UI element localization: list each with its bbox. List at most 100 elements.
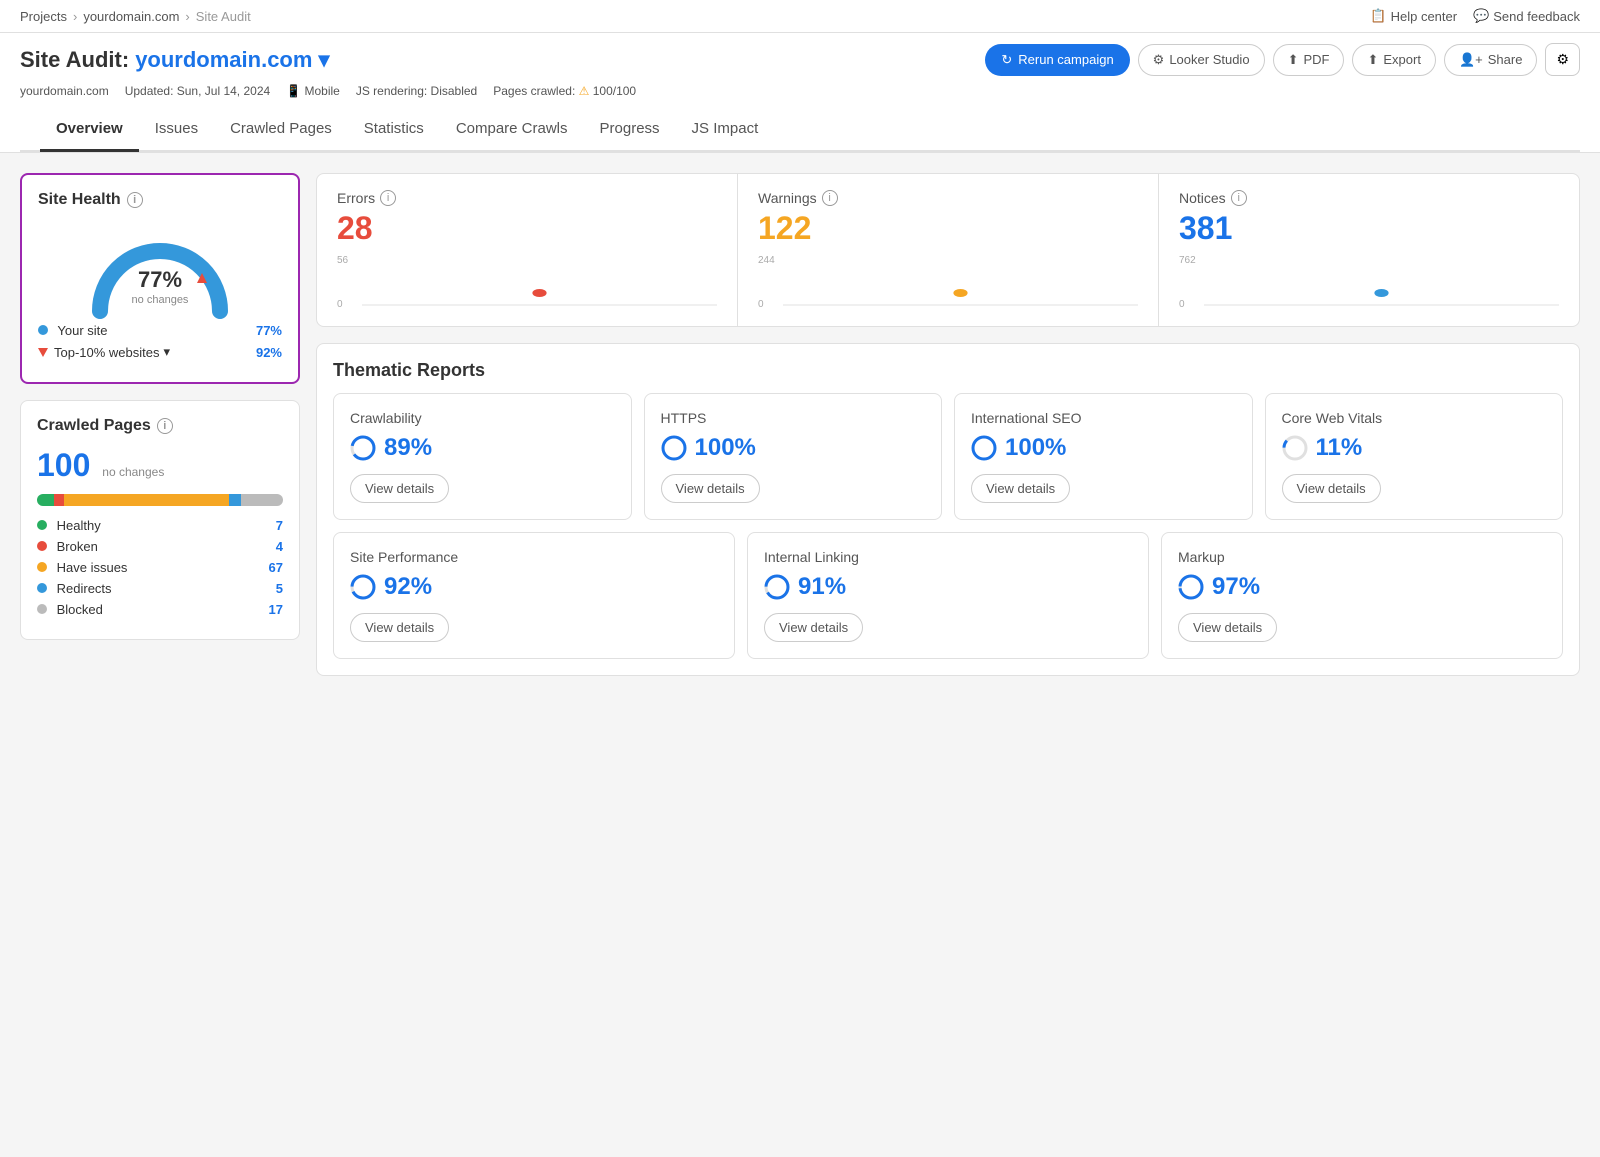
top10-dropdown-icon[interactable]: ▾ xyxy=(164,344,171,360)
crawl-row-blocked: Blocked 17 xyxy=(37,602,283,617)
site-health-info-icon[interactable]: i xyxy=(127,192,143,208)
site-legend-your-site: Your site 77% xyxy=(38,323,282,338)
help-center-link[interactable]: 📋 Help center xyxy=(1370,8,1457,24)
view-details-intl-seo[interactable]: View details xyxy=(971,474,1070,503)
crawled-total: 100 xyxy=(37,447,90,483)
tab-overview[interactable]: Overview xyxy=(40,108,139,152)
rerun-icon: ↻ xyxy=(1001,52,1012,68)
left-column: Site Health i 77% no changes xyxy=(20,173,300,676)
site-perf-circle-icon xyxy=(350,574,376,600)
view-details-cwv[interactable]: View details xyxy=(1282,474,1381,503)
redirects-label: Redirects xyxy=(57,581,112,596)
tab-crawled-pages[interactable]: Crawled Pages xyxy=(214,108,348,152)
reports-bottom-grid: Site Performance 92% View details Intern… xyxy=(333,532,1563,659)
reports-top-grid: Crawlability 89% View details HTTPS xyxy=(333,393,1563,520)
report-cwv-pct: 11% xyxy=(1282,434,1547,462)
top-bar: Projects › yourdomain.com › Site Audit 📋… xyxy=(0,0,1600,33)
dropdown-icon[interactable]: ▾ xyxy=(318,47,329,73)
view-details-site-perf[interactable]: View details xyxy=(350,613,449,642)
broken-count: 4 xyxy=(276,539,283,554)
share-button[interactable]: 👤+ Share xyxy=(1444,44,1537,76)
gauge-center-text: 77% no changes xyxy=(132,267,189,307)
pb-issues xyxy=(64,494,229,506)
pb-broken xyxy=(54,494,64,506)
notices-info-icon[interactable]: i xyxy=(1231,190,1247,206)
errors-info-icon[interactable]: i xyxy=(380,190,396,206)
redirects-dot xyxy=(37,583,47,593)
site-legend-top10: Top-10% websites ▾ 92% xyxy=(38,344,282,360)
view-details-https[interactable]: View details xyxy=(661,474,760,503)
crawled-pages-info-icon[interactable]: i xyxy=(157,418,173,434)
report-https: HTTPS 100% View details xyxy=(644,393,943,520)
crawl-row-broken: Broken 4 xyxy=(37,539,283,554)
view-details-markup[interactable]: View details xyxy=(1178,613,1277,642)
blocked-count: 17 xyxy=(269,602,283,617)
warnings-scale-top: 244 xyxy=(758,255,775,266)
meta-row: yourdomain.com Updated: Sun, Jul 14, 202… xyxy=(20,84,1580,108)
breadcrumb-domain[interactable]: yourdomain.com xyxy=(83,9,179,24)
warnings-block: Warnings i 122 244 0 xyxy=(738,174,1159,326)
tab-progress[interactable]: Progress xyxy=(584,108,676,152)
export-button[interactable]: ⬆ Export xyxy=(1352,44,1435,76)
tab-compare-crawls[interactable]: Compare Crawls xyxy=(440,108,584,152)
warnings-info-icon[interactable]: i xyxy=(822,190,838,206)
top10-val: 92% xyxy=(256,345,282,360)
report-internal-linking-name: Internal Linking xyxy=(764,549,1132,565)
rerun-campaign-button[interactable]: ↻ Rerun campaign xyxy=(985,44,1129,76)
https-circle-icon xyxy=(661,435,687,461)
warnings-value: 122 xyxy=(758,210,1138,247)
report-cwv-name: Core Web Vitals xyxy=(1282,410,1547,426)
gauge-wrap: 77% no changes xyxy=(80,221,240,311)
feedback-icon: 💬 xyxy=(1473,8,1489,24)
help-icon: 📋 xyxy=(1370,8,1386,24)
title-label: Site Audit: xyxy=(20,47,129,73)
right-column: Errors i 28 56 0 Warning xyxy=(316,173,1580,676)
main-content: Site Health i 77% no changes xyxy=(0,153,1600,696)
report-markup-pct: 97% xyxy=(1178,573,1546,601)
healthy-count: 7 xyxy=(276,518,283,533)
breadcrumb-projects[interactable]: Projects xyxy=(20,9,67,24)
meta-js: JS rendering: Disabled xyxy=(356,84,477,98)
issues-dot xyxy=(37,562,47,572)
your-site-dot xyxy=(38,325,48,335)
warnings-scale-bot: 0 xyxy=(758,299,764,310)
report-intl-seo: International SEO 100% View details xyxy=(954,393,1253,520)
looker-icon: ⚙ xyxy=(1153,52,1165,68)
tab-issues[interactable]: Issues xyxy=(139,108,214,152)
domain-name[interactable]: yourdomain.com xyxy=(135,47,312,73)
looker-studio-button[interactable]: ⚙ Looker Studio xyxy=(1138,44,1265,76)
broken-dot xyxy=(37,541,47,551)
feedback-link[interactable]: 💬 Send feedback xyxy=(1473,8,1580,24)
gauge-container: 77% no changes xyxy=(38,221,282,311)
breadcrumb-audit: Site Audit xyxy=(196,9,251,24)
tab-statistics[interactable]: Statistics xyxy=(348,108,440,152)
view-details-crawlability[interactable]: View details xyxy=(350,474,449,503)
site-health-title: Site Health i xyxy=(38,191,282,209)
crawl-row-redirects: Redirects 5 xyxy=(37,581,283,596)
header-row1: Site Audit: yourdomain.com ▾ ↻ Rerun cam… xyxy=(20,43,1580,76)
report-crawlability-name: Crawlability xyxy=(350,410,615,426)
intl-seo-circle-icon xyxy=(971,435,997,461)
report-core-web-vitals: Core Web Vitals 11% View details xyxy=(1265,393,1564,520)
breadcrumb: Projects › yourdomain.com › Site Audit xyxy=(20,9,251,24)
errors-scale-top: 56 xyxy=(337,255,348,266)
blocked-label: Blocked xyxy=(57,602,103,617)
gauge-sub: no changes xyxy=(132,294,189,307)
pdf-button[interactable]: ⬆ PDF xyxy=(1273,44,1345,76)
notices-scale-bot: 0 xyxy=(1179,299,1185,310)
top10-triangle xyxy=(38,348,48,357)
gauge-pct: 77% xyxy=(132,267,189,293)
crawlability-circle-icon xyxy=(350,435,376,461)
crawl-row-healthy: Healthy 7 xyxy=(37,518,283,533)
crawled-pages-card: Crawled Pages i 100 no changes Healthy xyxy=(20,400,300,640)
site-audit-title: Site Audit: yourdomain.com ▾ xyxy=(20,47,329,73)
notices-label: Notices i xyxy=(1179,190,1559,206)
share-icon: 👤+ xyxy=(1459,52,1483,68)
view-details-internal-linking[interactable]: View details xyxy=(764,613,863,642)
report-markup: Markup 97% View details xyxy=(1161,532,1563,659)
report-internal-linking-pct: 91% xyxy=(764,573,1132,601)
cwv-circle-icon xyxy=(1282,435,1308,461)
tab-js-impact[interactable]: JS Impact xyxy=(676,108,775,152)
settings-button[interactable]: ⚙ xyxy=(1545,43,1580,76)
report-https-name: HTTPS xyxy=(661,410,926,426)
